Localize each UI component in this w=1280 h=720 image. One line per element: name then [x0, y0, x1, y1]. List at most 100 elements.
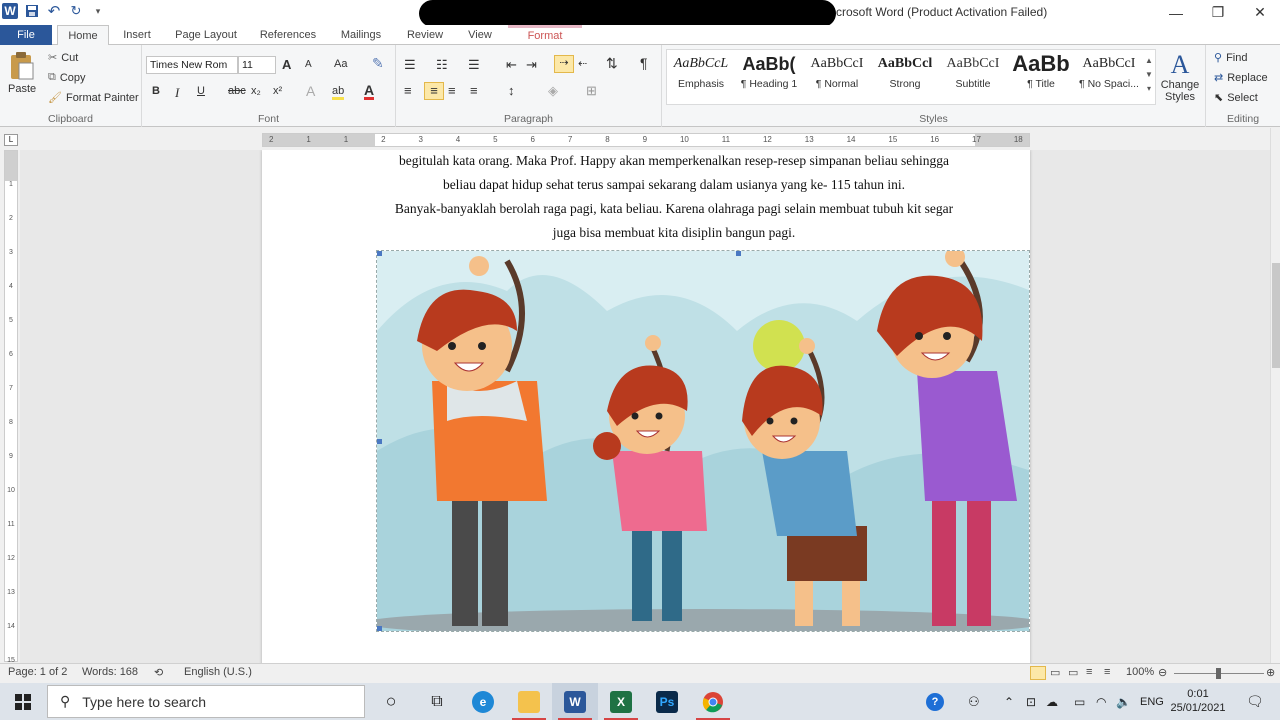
- resize-handle[interactable]: [736, 251, 741, 256]
- superscript-button[interactable]: x²: [273, 85, 282, 97]
- justify-icon[interactable]: ≡: [470, 83, 478, 98]
- zoom-slider-thumb[interactable]: [1216, 668, 1221, 679]
- increase-indent-icon[interactable]: ⇥: [526, 57, 537, 73]
- style-title[interactable]: AaBb ¶ Title: [1007, 50, 1075, 98]
- find-button[interactable]: ⚲ Find: [1214, 51, 1247, 65]
- vertical-ruler[interactable]: 1234567891011121314151617: [4, 150, 18, 698]
- document-page[interactable]: begitulah kata orang. Maka Prof. Happy a…: [262, 150, 1030, 663]
- battery-icon[interactable]: ▭: [1074, 683, 1085, 720]
- proofing-icon[interactable]: ⟲: [154, 666, 163, 679]
- doc-line-2[interactable]: beliau dapat hidup sehat terus sampai se…: [375, 177, 973, 193]
- select-button[interactable]: ⬉ Select: [1214, 91, 1258, 105]
- line-spacing-icon[interactable]: ↕: [508, 83, 515, 98]
- tab-selector-button[interactable]: L: [4, 134, 18, 146]
- multilevel-list-icon[interactable]: ☰: [468, 57, 480, 73]
- doc-line-1[interactable]: begitulah kata orang. Maka Prof. Happy a…: [375, 153, 973, 169]
- tab-review[interactable]: Review: [400, 25, 450, 45]
- align-right-icon[interactable]: ≡: [448, 83, 456, 98]
- start-button[interactable]: [0, 683, 46, 720]
- resize-handle[interactable]: [377, 439, 382, 444]
- text-effects-icon[interactable]: A: [306, 83, 315, 99]
- horizontal-ruler[interactable]: 2 1 1 2 3 4 5 6 7 8 9 10 11 12 13 14 15 16 17 18: [262, 133, 1030, 147]
- document-area[interactable]: begitulah kata orang. Maka Prof. Happy a…: [20, 150, 1270, 663]
- bold-button[interactable]: B: [152, 85, 160, 97]
- change-styles-button[interactable]: A Change Styles: [1160, 51, 1200, 104]
- shrink-font-button[interactable]: A: [305, 59, 312, 70]
- cut-button[interactable]: ✂ Cut: [48, 51, 78, 65]
- zoom-out-icon[interactable]: ⊖: [1158, 666, 1167, 679]
- print-layout-icon[interactable]: [1030, 666, 1046, 680]
- style-heading-1[interactable]: AaBb( ¶ Heading 1: [735, 50, 803, 98]
- full-screen-reading-icon[interactable]: ▭: [1050, 666, 1060, 679]
- paste-button[interactable]: Paste: [8, 51, 36, 95]
- align-center-icon[interactable]: ≡: [424, 82, 444, 100]
- excel-button[interactable]: X: [598, 683, 644, 720]
- photoshop-button[interactable]: Ps: [644, 683, 690, 720]
- numbering-icon[interactable]: ☷: [436, 57, 448, 73]
- align-left-icon[interactable]: ≡: [404, 83, 412, 98]
- bullets-icon[interactable]: ☰: [404, 57, 416, 73]
- font-size-dropdown[interactable]: 11: [238, 56, 276, 74]
- tab-view[interactable]: View: [458, 25, 502, 45]
- strikethrough-button[interactable]: abc: [228, 85, 246, 97]
- sort-icon[interactable]: ⇅: [606, 55, 618, 72]
- tab-references[interactable]: References: [252, 25, 324, 45]
- style-no-spacing[interactable]: AaBbCcI ¶ No Spaci...: [1075, 50, 1143, 98]
- customize-qat-icon[interactable]: ▾: [90, 3, 106, 19]
- input-language[interactable]: ENG: [1140, 683, 1164, 720]
- taskbar-search[interactable]: ⚲ Type here to search: [47, 685, 365, 718]
- replace-button[interactable]: ⇄ Replace: [1214, 71, 1268, 85]
- style-strong[interactable]: AaBbCcl Strong: [871, 50, 939, 98]
- page-count[interactable]: Page: 1 of 2: [8, 666, 67, 678]
- doc-line-4[interactable]: juga bisa membuat kita disiplin bangun p…: [375, 225, 973, 241]
- notification-icon[interactable]: 🗨: [1246, 683, 1264, 720]
- zoom-level[interactable]: 100%: [1126, 666, 1154, 678]
- save-icon[interactable]: [24, 3, 40, 19]
- scrollbar-thumb[interactable]: [1272, 263, 1280, 368]
- cortana-button[interactable]: ○: [368, 683, 414, 720]
- borders-icon[interactable]: ⊞: [586, 83, 597, 99]
- chrome-button[interactable]: [690, 683, 736, 720]
- file-explorer-button[interactable]: [506, 683, 552, 720]
- grow-font-button[interactable]: A: [282, 57, 291, 72]
- web-layout-icon[interactable]: ▭: [1068, 666, 1078, 679]
- resize-handle[interactable]: [377, 626, 382, 631]
- decrease-indent-icon[interactable]: ⇤: [506, 57, 517, 73]
- show-marks-button[interactable]: ¶: [640, 55, 648, 71]
- undo-icon[interactable]: ↶: [46, 3, 62, 20]
- minimize-button[interactable]: —: [1154, 0, 1198, 25]
- draft-icon[interactable]: ≡: [1104, 666, 1110, 678]
- vertical-scrollbar[interactable]: [1270, 128, 1280, 663]
- onedrive-icon[interactable]: ☁: [1046, 683, 1058, 720]
- redo-icon[interactable]: ↻: [68, 3, 84, 19]
- shading-icon[interactable]: ◈: [548, 83, 558, 99]
- edge-button[interactable]: e: [460, 683, 506, 720]
- copy-button[interactable]: ⧉ Copy: [48, 71, 86, 84]
- help-icon[interactable]: ?: [926, 683, 944, 720]
- close-button[interactable]: ✕: [1238, 0, 1280, 25]
- font-color-button[interactable]: A: [364, 83, 375, 100]
- language-indicator[interactable]: English (U.S.): [184, 666, 252, 678]
- format-painter-button[interactable]: 🖌 Format Painter: [48, 91, 139, 105]
- task-view-button[interactable]: ⧉: [414, 683, 460, 720]
- doc-line-3[interactable]: Banyak-banyaklah berolah raga pagi, kata…: [375, 201, 973, 217]
- word-app-icon[interactable]: W: [2, 3, 18, 19]
- style-subtitle[interactable]: AaBbCcI Subtitle: [939, 50, 1007, 98]
- underline-button[interactable]: U: [197, 85, 205, 97]
- tab-format[interactable]: Format: [508, 25, 582, 45]
- tab-insert[interactable]: Insert: [114, 25, 160, 45]
- word-taskbar-button[interactable]: W: [552, 683, 598, 720]
- subscript-button[interactable]: x₂: [251, 85, 261, 97]
- tab-mailings[interactable]: Mailings: [332, 25, 390, 45]
- tab-page-layout[interactable]: Page Layout: [168, 25, 244, 45]
- resize-handle[interactable]: [377, 251, 382, 256]
- family-exercise-image[interactable]: [376, 250, 1030, 632]
- change-case-button[interactable]: Aa: [334, 58, 347, 70]
- styles-scroll-icon[interactable]: ▲ ▼ ▾: [1145, 54, 1153, 96]
- camera-icon[interactable]: ⊡: [1026, 683, 1036, 720]
- outline-icon[interactable]: ≡: [1086, 666, 1092, 678]
- ltr-icon[interactable]: ⇢: [554, 55, 574, 73]
- restore-button[interactable]: ❐: [1196, 0, 1240, 25]
- font-name-dropdown[interactable]: Times New Rom: [146, 56, 238, 74]
- highlight-button[interactable]: ab: [332, 85, 345, 100]
